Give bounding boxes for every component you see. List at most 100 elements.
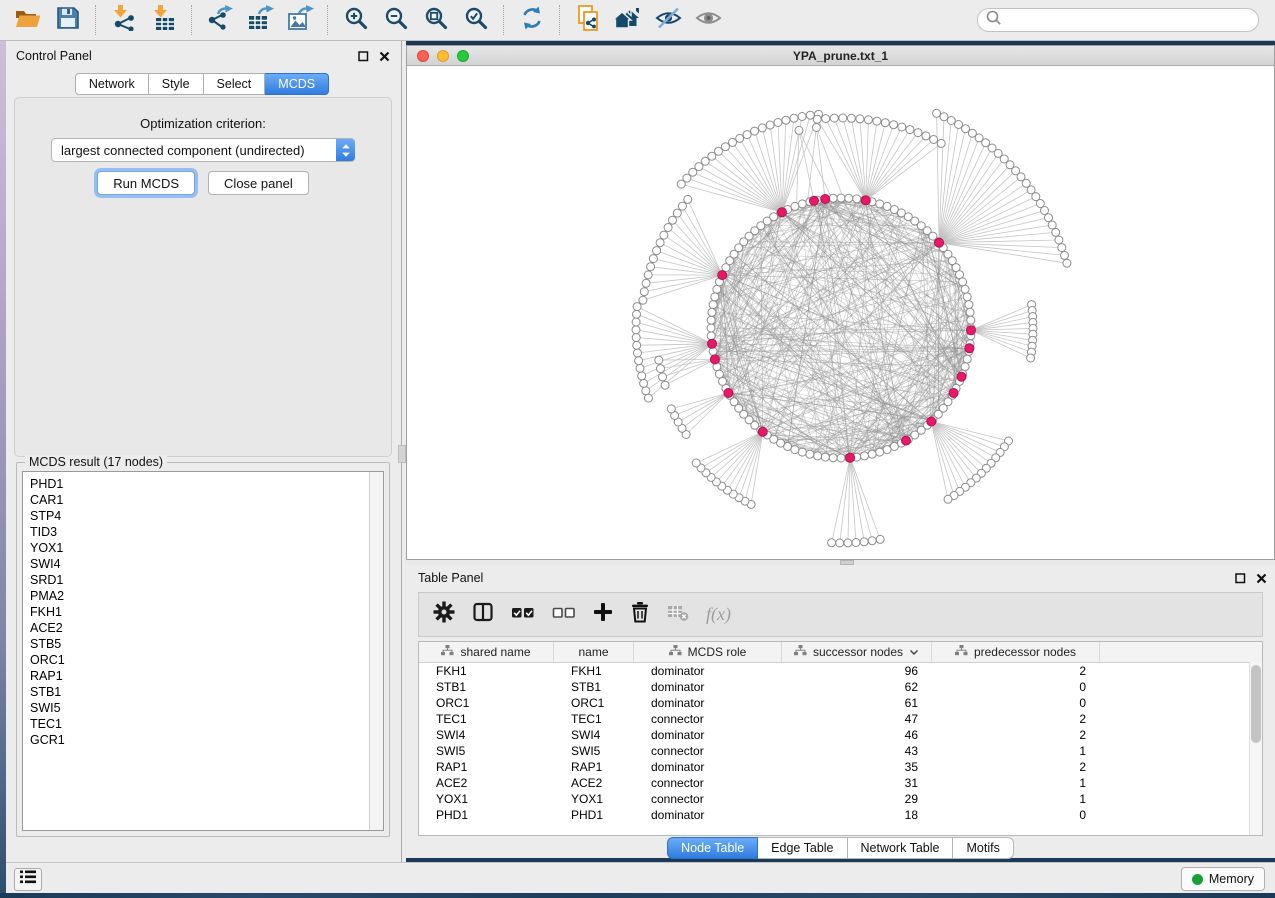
float-panel-icon[interactable] — [1235, 571, 1246, 589]
column-header-name[interactable]: name — [554, 642, 634, 662]
mcds-list-scrollbar[interactable] — [369, 472, 383, 830]
close-panel-icon[interactable] — [379, 49, 390, 67]
mcds-result-item[interactable]: SRD1 — [23, 572, 369, 588]
import-table-button[interactable] — [144, 4, 184, 36]
run-mcds-button[interactable]: Run MCDS — [97, 171, 195, 195]
mcds-result-item[interactable]: STB1 — [23, 684, 369, 700]
table-row[interactable]: SWI4SWI4dominator462 — [419, 727, 1262, 743]
tab-node-table[interactable]: Node Table — [667, 837, 758, 859]
float-panel-icon[interactable] — [358, 49, 369, 67]
save-session-button[interactable] — [48, 4, 88, 36]
search-input[interactable] — [1007, 10, 1258, 30]
mcds-result-list[interactable]: PHD1CAR1STP4TID3YOX1SWI4SRD1PMA2FKH1ACE2… — [22, 471, 384, 831]
mcds-hub-node[interactable] — [957, 372, 966, 381]
mcds-hub-node[interactable] — [758, 427, 767, 436]
tab-style[interactable]: Style — [149, 73, 204, 95]
table-row[interactable]: SWI5SWI5connector431 — [419, 743, 1262, 759]
mcds-hub-node[interactable] — [935, 238, 944, 247]
mcds-result-item[interactable]: STP4 — [23, 508, 369, 524]
import-network-button[interactable] — [104, 4, 144, 36]
table-row[interactable]: TEC1TEC1connector472 — [419, 711, 1262, 727]
mcds-result-item[interactable]: RAP1 — [23, 668, 369, 684]
refresh-view-button[interactable] — [512, 4, 552, 36]
deselect-all-rows-button[interactable] — [552, 601, 576, 629]
table-scrollbar[interactable] — [1249, 662, 1262, 835]
tab-mcds[interactable]: MCDS — [265, 73, 329, 95]
hide-selected-button[interactable] — [648, 4, 688, 36]
mcds-result-item[interactable]: GCR1 — [23, 732, 369, 748]
open-file-button[interactable] — [8, 4, 48, 36]
tab-select[interactable]: Select — [204, 73, 266, 95]
scrollbar-thumb[interactable] — [1251, 665, 1261, 743]
table-row[interactable]: FKH1FKH1dominator962 — [419, 663, 1262, 679]
duplicate-network-button[interactable] — [568, 4, 608, 36]
column-header-successor-nodes[interactable]: successor nodes — [782, 642, 932, 662]
first-neighbors-button[interactable] — [608, 4, 648, 36]
show-all-button[interactable] — [688, 4, 728, 36]
criterion-dropdown[interactable]: largest connected component (undirected) — [51, 138, 355, 162]
show-columns-button[interactable] — [472, 601, 494, 629]
mcds-hub-node[interactable] — [949, 389, 958, 398]
mcds-hub-node[interactable] — [810, 196, 819, 205]
zoom-out-button[interactable] — [376, 4, 416, 36]
mcds-hub-node[interactable] — [965, 344, 974, 353]
mcds-hub-node[interactable] — [710, 355, 719, 364]
add-column-button[interactable] — [593, 601, 613, 629]
select-all-rows-button[interactable] — [511, 601, 535, 629]
mcds-result-item[interactable]: TID3 — [23, 524, 369, 540]
delete-column-button[interactable] — [630, 601, 650, 629]
column-header-predecessor-nodes[interactable]: predecessor nodes — [932, 642, 1100, 662]
mcds-result-item[interactable]: FKH1 — [23, 604, 369, 620]
mcds-result-item[interactable]: TEC1 — [23, 716, 369, 732]
table-row[interactable]: ACE2ACE2connector311 — [419, 775, 1262, 791]
mcds-result-item[interactable]: ACE2 — [23, 620, 369, 636]
mcds-hub-node[interactable] — [902, 436, 911, 445]
mcds-result-item[interactable]: ORC1 — [23, 652, 369, 668]
mcds-hub-node[interactable] — [846, 453, 855, 462]
tab-network[interactable]: Network — [75, 73, 149, 95]
mcds-hub-node[interactable] — [967, 326, 976, 335]
zoom-in-button[interactable] — [336, 4, 376, 36]
zoom-fit-button[interactable] — [416, 4, 456, 36]
mcds-result-item[interactable]: SWI5 — [23, 700, 369, 716]
memory-button[interactable]: Memory — [1181, 867, 1265, 891]
tab-network-table[interactable]: Network Table — [848, 837, 954, 859]
zoom-selected-button[interactable] — [456, 4, 496, 36]
delete-table-button[interactable] — [667, 601, 689, 629]
tab-motifs[interactable]: Motifs — [953, 837, 1013, 859]
mcds-hub-node[interactable] — [861, 196, 870, 205]
close-panel-icon[interactable] — [1256, 571, 1267, 589]
mcds-result-item[interactable]: PHD1 — [23, 476, 369, 492]
column-header-shared-name[interactable]: shared name — [419, 642, 554, 662]
table-row[interactable]: ORC1ORC1dominator610 — [419, 695, 1262, 711]
mcds-hub-node[interactable] — [724, 389, 733, 398]
network-search-field[interactable] — [977, 8, 1259, 32]
network-window-titlebar[interactable]: YPA_prune.txt_1 — [407, 46, 1274, 66]
table-row[interactable]: RAP1RAP1dominator352 — [419, 759, 1262, 775]
task-history-button[interactable] — [14, 868, 42, 891]
function-builder-button[interactable]: f(x) — [706, 601, 731, 629]
mcds-result-item[interactable]: YOX1 — [23, 540, 369, 556]
table-row[interactable]: PHD1PHD1dominator180 — [419, 807, 1262, 823]
table-settings-button[interactable] — [433, 601, 455, 629]
network-canvas[interactable] — [407, 66, 1274, 559]
close-panel-button[interactable]: Close panel — [208, 171, 309, 195]
export-network-button[interactable] — [200, 4, 240, 36]
mcds-hub-node[interactable] — [778, 208, 787, 217]
column-header-mcds-role[interactable]: MCDS role — [634, 642, 782, 662]
mcds-result-item[interactable]: PMA2 — [23, 588, 369, 604]
tab-edge-table[interactable]: Edge Table — [758, 837, 847, 859]
mcds-hub-node[interactable] — [718, 271, 727, 280]
mcds-result-item[interactable]: STB5 — [23, 636, 369, 652]
export-image-button[interactable] — [280, 4, 320, 36]
mcds-hub-node[interactable] — [927, 417, 936, 426]
mcds-hub-node[interactable] — [708, 339, 717, 348]
mcds-result-item[interactable]: SWI4 — [23, 556, 369, 572]
vertical-splitter[interactable] — [398, 41, 406, 862]
export-table-button[interactable] — [240, 4, 280, 36]
table-row[interactable]: YOX1YOX1connector291 — [419, 791, 1262, 807]
mcds-hub-node[interactable] — [821, 195, 830, 204]
splitter-handle[interactable] — [398, 445, 406, 463]
table-row[interactable]: STB1STB1dominator620 — [419, 679, 1262, 695]
mcds-result-item[interactable]: CAR1 — [23, 492, 369, 508]
